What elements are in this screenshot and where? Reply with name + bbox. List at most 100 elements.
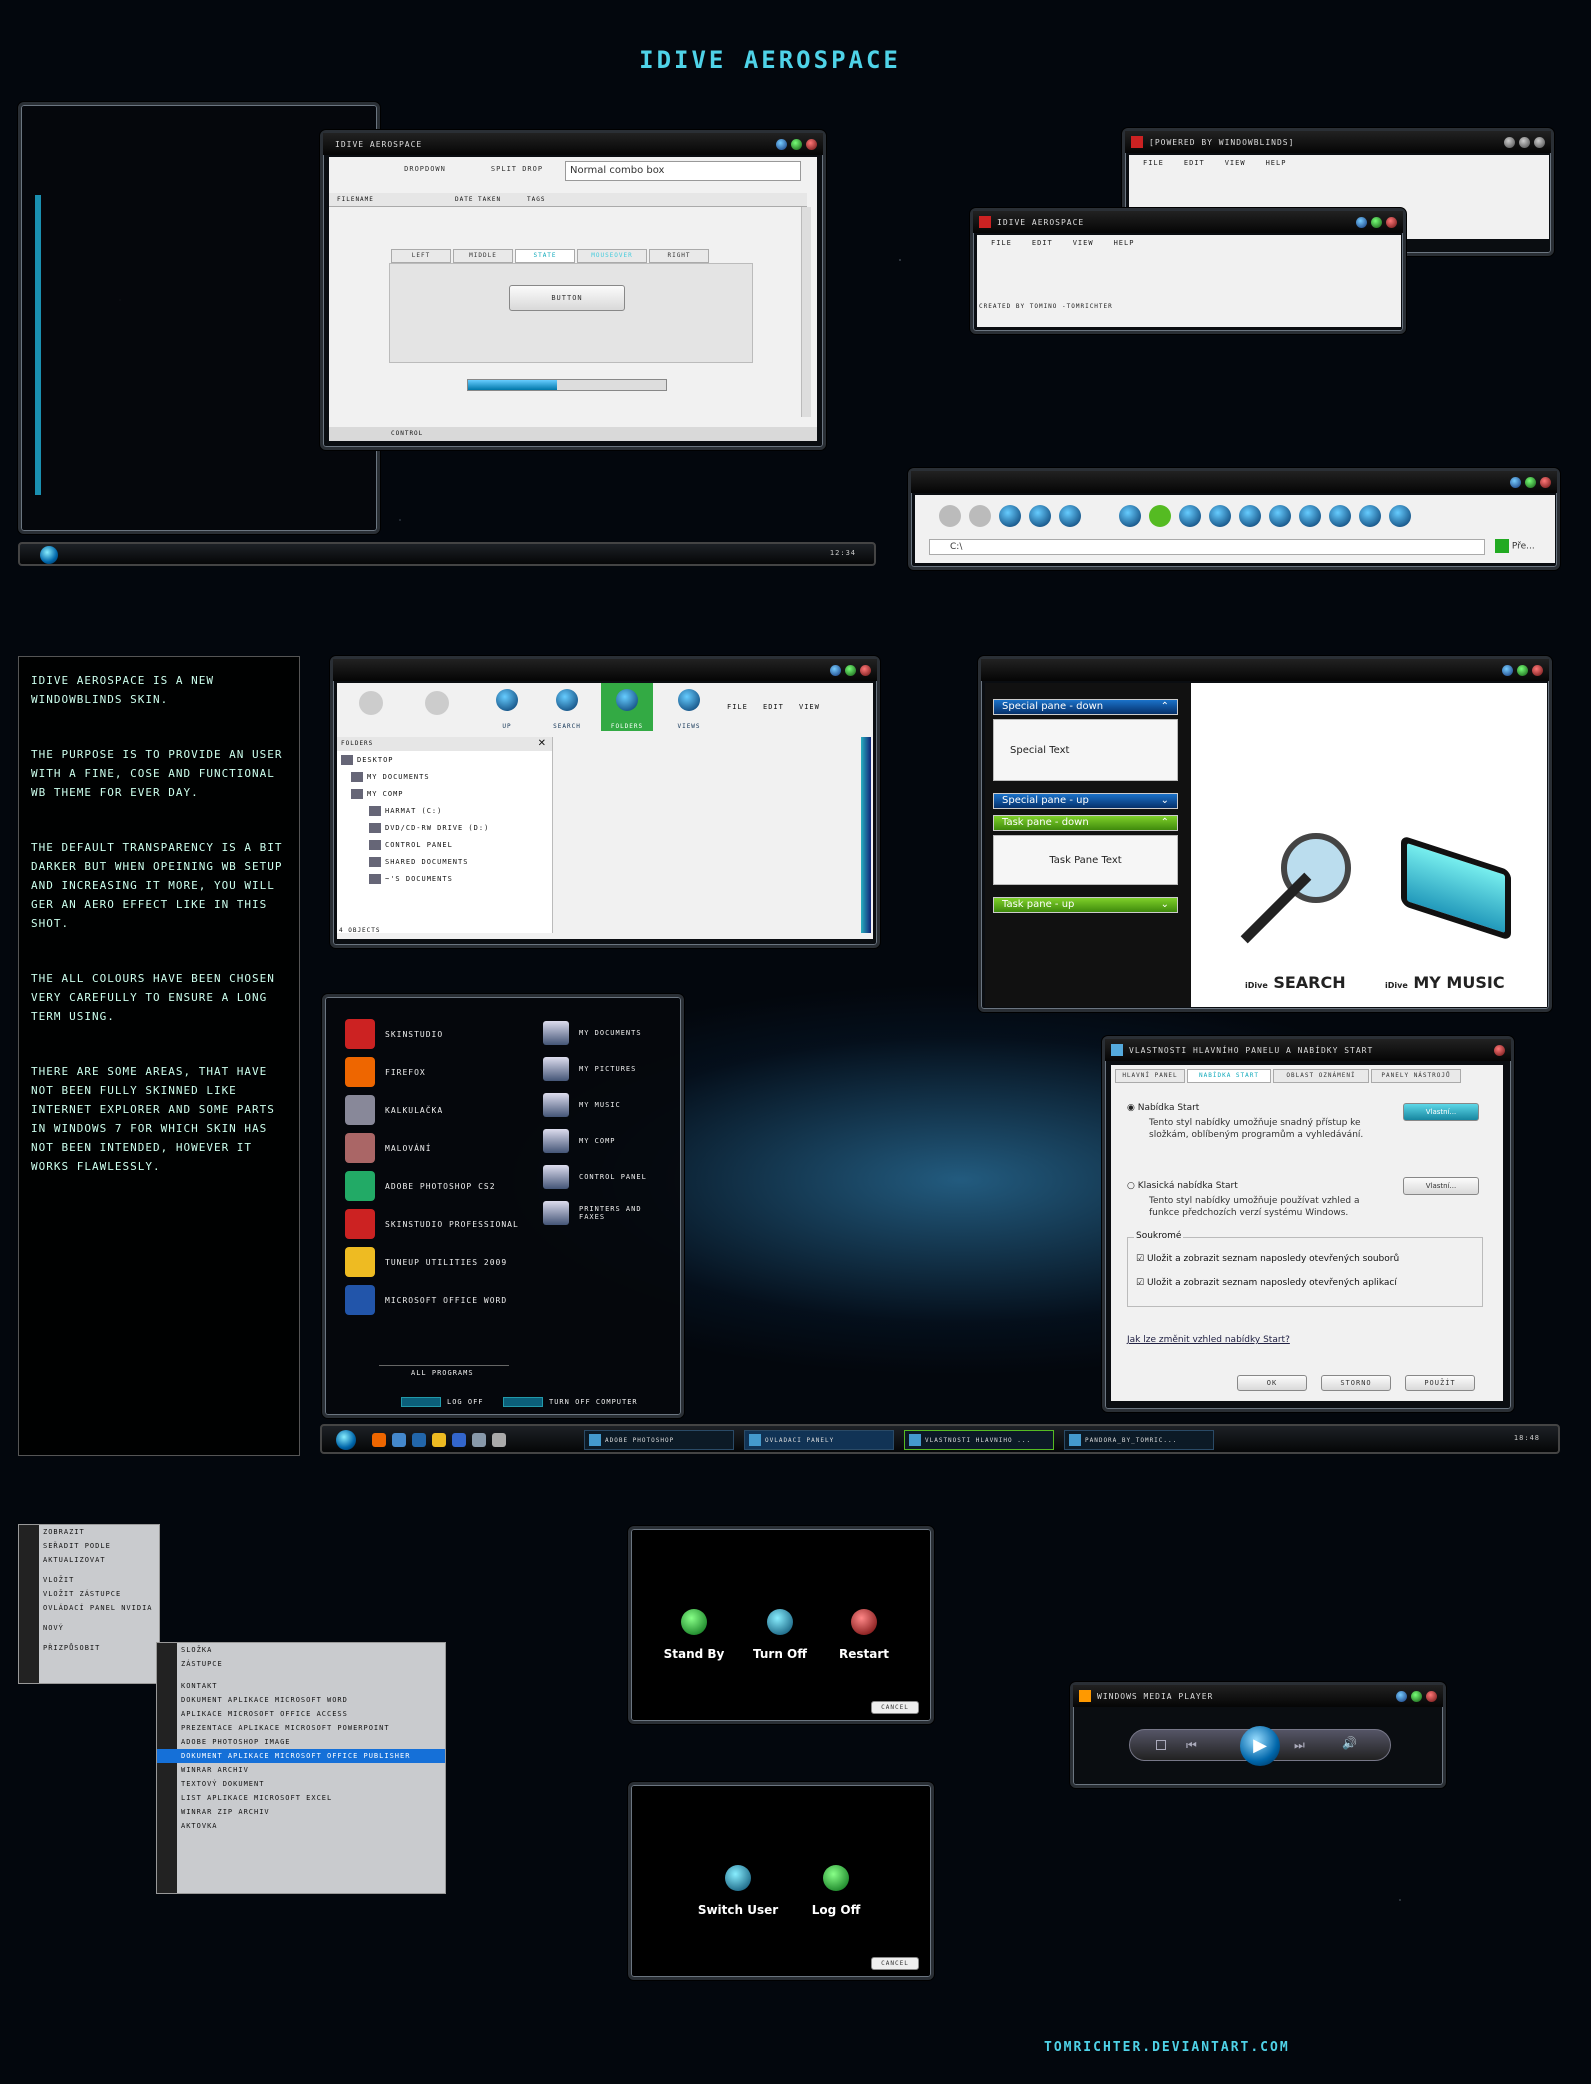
nav-window-titlebar[interactable]: [911, 471, 1557, 493]
toolbar-icon[interactable]: [969, 505, 991, 527]
submenu-item[interactable]: Dokument aplikace Microsoft Word: [157, 1693, 445, 1707]
turn-off-icon[interactable]: [767, 1609, 793, 1635]
menu-item[interactable]: Help: [1266, 159, 1287, 167]
log-off-button[interactable]: Log off: [401, 1397, 484, 1407]
menu-item[interactable]: File: [991, 239, 1012, 247]
dialog-tab-0[interactable]: Hlavní panel: [1115, 1069, 1185, 1083]
start-item[interactable]: SkinStudio: [345, 1019, 443, 1049]
all-programs[interactable]: All programs: [411, 1369, 474, 1377]
close-button[interactable]: [1534, 136, 1545, 148]
quick-launch-icon[interactable]: [452, 1433, 466, 1447]
toolbar-button-views[interactable]: Views: [663, 683, 715, 731]
help-link[interactable]: Jak lze změnit vzhled nabídky Start?: [1127, 1335, 1290, 1345]
task-pane-down[interactable]: Task pane - down ⌃: [993, 815, 1178, 831]
menu-item[interactable]: File: [727, 703, 748, 711]
task-pane-up[interactable]: Task pane - up ⌄: [993, 897, 1178, 913]
context-item[interactable]: Nový: [19, 1621, 159, 1635]
start-place[interactable]: Control Panel: [543, 1165, 659, 1189]
toolbar-icon[interactable]: [1389, 505, 1411, 527]
address-bar[interactable]: C:\: [929, 539, 1485, 555]
start-orb[interactable]: [336, 1430, 356, 1450]
small-window-titlebar[interactable]: iDive Aerospace: [973, 211, 1403, 233]
previous-icon[interactable]: ⏮: [1186, 1738, 1197, 1753]
tree-item[interactable]: Harmat (C:): [369, 806, 442, 816]
submenu-item[interactable]: Textový dokument: [157, 1777, 445, 1791]
stand-by-icon[interactable]: [681, 1609, 707, 1635]
taskpane-titlebar[interactable]: [981, 659, 1549, 681]
special-pane-up[interactable]: Special pane - up ⌄: [993, 793, 1178, 809]
cancel-button[interactable]: Cancel: [871, 1701, 919, 1714]
menu-item[interactable]: View: [799, 703, 820, 711]
switch-user-icon[interactable]: [725, 1865, 751, 1891]
start-orb[interactable]: [40, 546, 58, 564]
start-item[interactable]: Microsoft Office Word: [345, 1285, 507, 1315]
tab-0[interactable]: Left: [391, 249, 451, 263]
start-place[interactable]: Printers and Faxes: [543, 1201, 659, 1225]
toolbar-button-search[interactable]: Search: [541, 683, 593, 731]
play-icon[interactable]: ▶: [1240, 1726, 1280, 1766]
tree-item[interactable]: My Comp: [351, 789, 404, 799]
back-icon[interactable]: [359, 691, 383, 715]
tab-1[interactable]: Middle: [453, 249, 513, 263]
dialog-tab-3[interactable]: Panely nástrojů: [1371, 1069, 1461, 1083]
tab-3[interactable]: Mouseover: [577, 249, 647, 263]
dialog-tab-2[interactable]: Oblast oznámení: [1273, 1069, 1369, 1083]
split-drop-button[interactable]: Split drop: [487, 163, 547, 177]
quick-launch-icon[interactable]: [492, 1433, 506, 1447]
tab-4[interactable]: Right: [649, 249, 709, 263]
toolbar-icon[interactable]: [1029, 505, 1051, 527]
start-place[interactable]: My Comp: [543, 1129, 659, 1153]
submenu-item[interactable]: Dokument aplikace Microsoft Office Publi…: [157, 1749, 445, 1763]
dialog-titlebar[interactable]: Vlastnosti hlavního panelu a nabídky Sta…: [1105, 1039, 1511, 1061]
toolbar-button-folders[interactable]: Folders: [601, 683, 653, 731]
close-icon[interactable]: ✕: [538, 738, 546, 749]
taskbar-button[interactable]: Adobe Photoshop: [584, 1430, 734, 1450]
column-tags[interactable]: Tags: [527, 193, 545, 207]
submenu-item[interactable]: Aktovka: [157, 1819, 445, 1833]
start-item[interactable]: Malování: [345, 1133, 432, 1163]
main-window-titlebar[interactable]: iDive Aerospace: [323, 133, 823, 155]
menu-item[interactable]: Edit: [1032, 239, 1053, 247]
combo-box[interactable]: Normal combo box: [565, 161, 801, 181]
toolbar-icon[interactable]: [1059, 505, 1081, 527]
quick-launch-icon[interactable]: [472, 1433, 486, 1447]
special-pane-down[interactable]: Special pane - down ⌃: [993, 699, 1178, 715]
minimize-button[interactable]: [1356, 216, 1367, 228]
context-item[interactable]: Ovládací panel NVIDIA: [19, 1601, 159, 1615]
column-filename[interactable]: Filename: [337, 193, 374, 207]
customize-button-2[interactable]: Vlastní...: [1403, 1177, 1479, 1195]
customize-button-1[interactable]: Vlastní...: [1403, 1103, 1479, 1121]
next-icon[interactable]: ⏭: [1294, 1738, 1305, 1753]
submenu-item[interactable]: Adobe Photoshop Image: [157, 1735, 445, 1749]
toolbar-button-up[interactable]: Up: [481, 683, 533, 731]
vertical-scrollbar[interactable]: [861, 737, 871, 933]
menu-item[interactable]: File: [1143, 159, 1164, 167]
tab-2[interactable]: State: [515, 249, 575, 263]
tree-item[interactable]: Desktop: [341, 755, 394, 765]
start-item[interactable]: Firefox: [345, 1057, 426, 1087]
context-item[interactable]: Vložit zástupce: [19, 1587, 159, 1601]
close-button[interactable]: [1494, 1044, 1505, 1056]
checkbox-recent-apps[interactable]: ☑ Uložit a zobrazit seznam naposledy ote…: [1136, 1278, 1397, 1288]
stop-icon[interactable]: [1156, 1740, 1166, 1750]
minimize-button[interactable]: [776, 138, 787, 150]
quick-launch-icon[interactable]: [412, 1433, 426, 1447]
submenu-item[interactable]: Prezentace aplikace Microsoft PowerPoint: [157, 1721, 445, 1735]
checkbox-recent-files[interactable]: ☑ Uložit a zobrazit seznam naposledy ote…: [1136, 1254, 1399, 1264]
submenu-item[interactable]: WinRAR ZIP archiv: [157, 1805, 445, 1819]
start-place[interactable]: My Pictures: [543, 1057, 659, 1081]
maximize-button[interactable]: [845, 664, 856, 676]
start-item[interactable]: Kalkulačka: [345, 1095, 443, 1125]
toolbar-icon[interactable]: [1359, 505, 1381, 527]
minimize-button[interactable]: [830, 664, 841, 676]
context-item[interactable]: Přizpůsobit: [19, 1641, 159, 1655]
taskbar-button[interactable]: Vlastnosti hlavního ...: [904, 1430, 1054, 1450]
menu-item[interactable]: View: [1073, 239, 1094, 247]
menu-item[interactable]: Help: [1114, 239, 1135, 247]
forward-icon[interactable]: [425, 691, 449, 715]
maximize-button[interactable]: [1411, 1690, 1422, 1702]
toolbar-icon[interactable]: [939, 505, 961, 527]
go-button[interactable]: Pře...: [1495, 539, 1535, 553]
toolbar-icon[interactable]: [1209, 505, 1231, 527]
radio-classic-menu[interactable]: ○ Klasická nabídka Start: [1127, 1181, 1238, 1191]
